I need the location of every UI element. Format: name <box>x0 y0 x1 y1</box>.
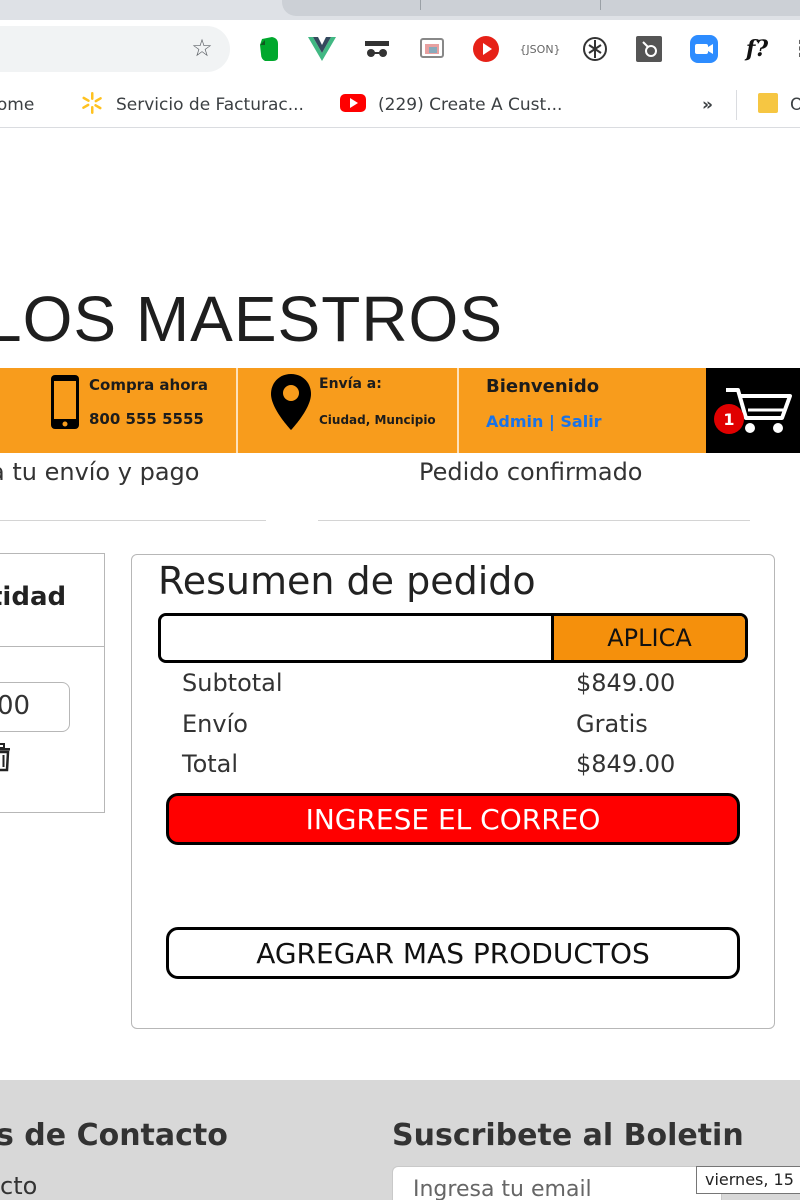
coupon-input[interactable] <box>161 616 551 660</box>
hubspot-icon[interactable] <box>634 34 664 64</box>
bookmark-label: Servicio de Facturac... <box>116 95 304 115</box>
evernote-icon[interactable] <box>254 34 284 64</box>
phone-section[interactable]: Compra ahora 800 555 5555 <box>40 368 236 453</box>
bookmark-divider <box>736 90 737 120</box>
brand-logo[interactable]: LOS MAESTROS <box>0 282 503 356</box>
chatgpt-icon[interactable] <box>580 34 610 64</box>
browser-tab-strip <box>0 0 800 20</box>
divider <box>236 368 238 453</box>
bookmark-label: (229) Create A Cust... <box>378 95 563 115</box>
menu-icon[interactable]: ⋮ <box>786 34 800 64</box>
bookmark-label: O <box>790 95 800 115</box>
bookmark-star-icon[interactable]: ☆ <box>188 34 216 62</box>
trash-icon[interactable] <box>0 742 12 776</box>
bookmarks-bar: some Servicio de Facturac... (229) Creat… <box>0 82 800 128</box>
step-progress-line <box>0 520 266 521</box>
colorzilla-icon[interactable] <box>417 34 447 64</box>
location-section[interactable]: Envía a: Ciudad, Muncipio <box>262 368 457 453</box>
tab-separator <box>600 0 601 10</box>
phone-title: Compra ahora <box>89 376 209 394</box>
date-tooltip: viernes, 15 <box>696 1166 800 1194</box>
welcome-text: Bienvenido <box>486 376 600 397</box>
add-more-products-button[interactable]: AGREGAR MAS PRODUCTOS <box>166 927 740 979</box>
incognito-ext-icon[interactable] <box>362 34 392 64</box>
step-shipping-payment: a tu envío y pago <box>0 458 200 486</box>
step-progress-line <box>318 520 750 521</box>
footer: s de Contacto cto Suscribete al Boletin … <box>0 1080 800 1200</box>
apply-coupon-button[interactable]: APLICA <box>551 616 745 660</box>
bookmark-item[interactable]: (229) Create A Cust... <box>340 92 562 118</box>
order-summary-card: Resumen de pedido APLICA Subtotal $849.0… <box>131 554 775 1029</box>
account-links: Admin | Salir <box>486 412 602 431</box>
location-pin-icon <box>268 372 314 436</box>
location-place: Ciudad, Muncipio <box>319 413 436 427</box>
location-title: Envía a: <box>319 376 382 392</box>
youtube-ext-icon[interactable] <box>471 34 501 64</box>
newsletter-heading: Suscribete al Boletin <box>392 1118 744 1153</box>
step-order-confirmed: Pedido confirmado <box>419 458 643 486</box>
bookmark-folder[interactable]: O <box>758 92 800 118</box>
cart-count-badge: 1 <box>714 404 744 434</box>
bookmark-item[interactable]: Servicio de Facturac... <box>80 91 304 120</box>
newsletter-email-input[interactable]: Ingresa tu email <box>392 1166 722 1200</box>
total-value: $849.00 <box>576 750 676 778</box>
bookmarks-overflow-icon[interactable]: » <box>702 92 713 118</box>
youtube-icon <box>340 93 366 118</box>
vue-devtools-icon[interactable] <box>307 34 337 64</box>
divider <box>457 368 459 453</box>
subtotal-value: $849.00 <box>576 669 676 697</box>
contact-link[interactable]: cto <box>0 1172 37 1200</box>
cart-table-card: tidad 00 <box>0 553 105 813</box>
browser-toolbar: ☆ {JSON} f? ⋮ <box>0 20 800 82</box>
tab-separator <box>420 0 421 10</box>
coupon-form: APLICA <box>158 613 748 663</box>
cart-button[interactable]: 1 <box>706 368 800 453</box>
phone-number: 800 555 5555 <box>89 410 204 428</box>
admin-link[interactable]: Admin <box>486 412 543 431</box>
divider <box>0 646 104 647</box>
shipping-value: Gratis <box>576 710 648 738</box>
shipping-label: Envío <box>182 710 248 738</box>
account-section: Bienvenido Admin | Salir <box>486 368 706 453</box>
folder-icon <box>758 91 778 120</box>
bookmark-label: some <box>0 95 35 115</box>
total-label: Total <box>182 750 239 778</box>
json-formatter-icon[interactable]: {JSON} <box>519 34 560 64</box>
link-separator: | <box>548 412 555 431</box>
font-finder-icon[interactable]: f? <box>742 34 772 64</box>
phone-icon <box>50 374 80 434</box>
quantity-column-header: tidad <box>0 582 67 612</box>
subtotal-label: Subtotal <box>182 669 283 697</box>
enter-email-button[interactable]: INGRESE EL CORREO <box>166 793 740 845</box>
contact-heading: s de Contacto <box>0 1118 228 1153</box>
logout-link[interactable]: Salir <box>560 412 601 431</box>
zoom-icon[interactable] <box>689 34 719 64</box>
bookmark-item[interactable]: some <box>0 92 34 118</box>
order-summary-title: Resumen de pedido <box>158 559 536 603</box>
active-tab[interactable] <box>282 0 800 16</box>
quantity-input[interactable]: 00 <box>0 682 70 732</box>
walmart-icon <box>80 91 104 120</box>
